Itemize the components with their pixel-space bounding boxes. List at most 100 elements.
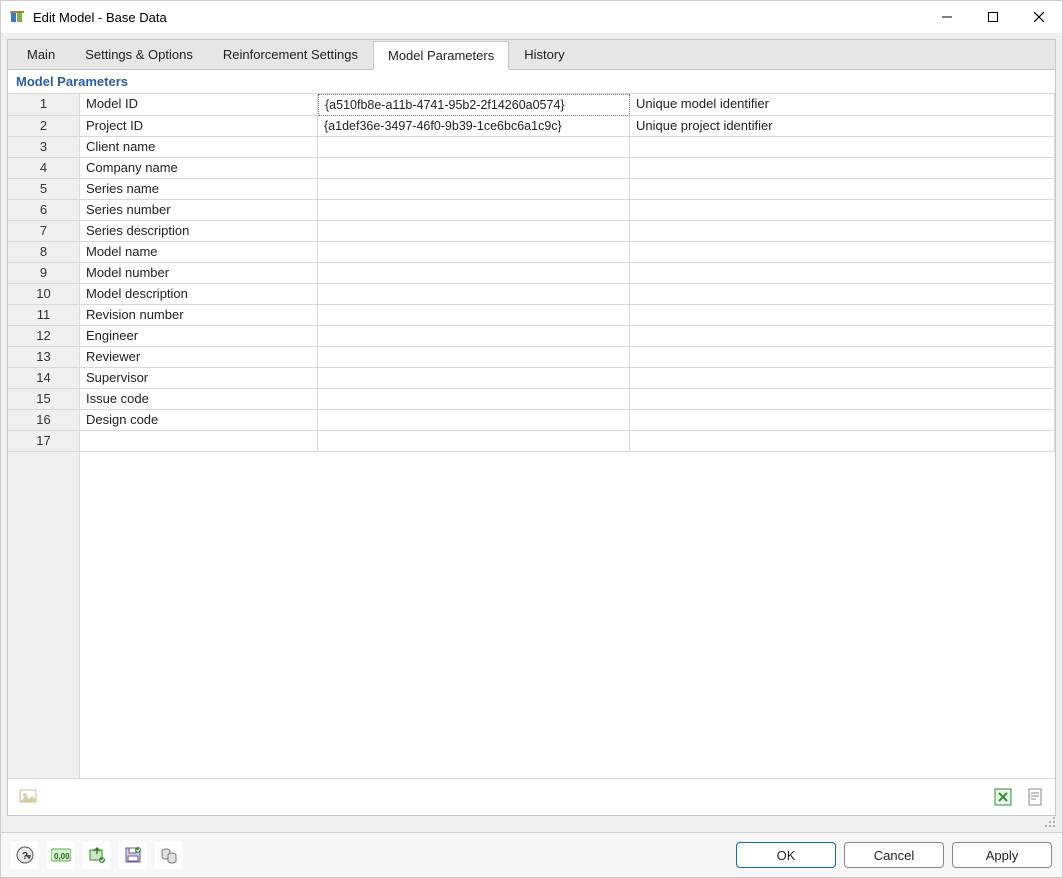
export-excel-button[interactable] bbox=[989, 783, 1017, 811]
param-description[interactable] bbox=[630, 200, 1055, 221]
param-name[interactable]: Model number bbox=[80, 263, 318, 284]
param-description[interactable] bbox=[630, 431, 1055, 452]
param-value[interactable]: {a1def36e-3497-46f0-9b39-1ce6bc6a1c9c} bbox=[318, 116, 630, 137]
param-value[interactable] bbox=[318, 137, 630, 158]
param-value[interactable] bbox=[318, 305, 630, 326]
row-number[interactable]: 13 bbox=[8, 347, 80, 368]
param-description[interactable] bbox=[630, 137, 1055, 158]
tab-settings-options[interactable]: Settings & Options bbox=[70, 40, 208, 69]
param-description[interactable]: Unique project identifier bbox=[630, 116, 1055, 137]
param-name[interactable]: Model ID bbox=[80, 94, 318, 116]
param-name[interactable]: Engineer bbox=[80, 326, 318, 347]
tab-model-parameters[interactable]: Model Parameters bbox=[373, 41, 509, 70]
insert-picture-button[interactable] bbox=[14, 783, 42, 811]
param-value[interactable] bbox=[318, 347, 630, 368]
titlebar: Edit Model - Base Data bbox=[1, 1, 1062, 33]
param-name[interactable]: Issue code bbox=[80, 389, 318, 410]
param-description[interactable] bbox=[630, 326, 1055, 347]
param-description[interactable] bbox=[630, 284, 1055, 305]
param-value[interactable] bbox=[318, 431, 630, 452]
grid-footer bbox=[8, 778, 1055, 815]
row-number[interactable]: 1 bbox=[8, 94, 80, 116]
param-value[interactable] bbox=[318, 158, 630, 179]
param-name[interactable]: Model name bbox=[80, 242, 318, 263]
param-name[interactable]: Series name bbox=[80, 179, 318, 200]
dialog-footer: ? 0,00 OK Cancel Apply bbox=[1, 832, 1062, 877]
param-name[interactable]: Revision number bbox=[80, 305, 318, 326]
param-name[interactable]: Project ID bbox=[80, 116, 318, 137]
param-description[interactable] bbox=[630, 179, 1055, 200]
param-description[interactable] bbox=[630, 221, 1055, 242]
dialog-window: Edit Model - Base Data Main Settings & O… bbox=[0, 0, 1063, 878]
row-number[interactable]: 2 bbox=[8, 116, 80, 137]
tab-history[interactable]: History bbox=[509, 40, 579, 69]
param-value[interactable] bbox=[318, 242, 630, 263]
param-name[interactable]: Series description bbox=[80, 221, 318, 242]
ok-button[interactable]: OK bbox=[736, 842, 836, 868]
param-value[interactable] bbox=[318, 221, 630, 242]
param-description[interactable] bbox=[630, 242, 1055, 263]
row-number[interactable]: 10 bbox=[8, 284, 80, 305]
row-number[interactable]: 5 bbox=[8, 179, 80, 200]
param-name[interactable]: Series number bbox=[80, 200, 318, 221]
tabstrip: Main Settings & Options Reinforcement Se… bbox=[7, 39, 1056, 69]
apply-button[interactable]: Apply bbox=[952, 842, 1052, 868]
resize-grip[interactable] bbox=[1042, 814, 1056, 828]
cancel-button[interactable]: Cancel bbox=[844, 842, 944, 868]
param-description[interactable] bbox=[630, 410, 1055, 431]
row-header-gutter bbox=[8, 452, 80, 778]
param-name[interactable]: Company name bbox=[80, 158, 318, 179]
row-number[interactable]: 8 bbox=[8, 242, 80, 263]
window-title: Edit Model - Base Data bbox=[33, 10, 167, 25]
row-number[interactable]: 11 bbox=[8, 305, 80, 326]
app-icon bbox=[9, 9, 25, 25]
row-number[interactable]: 17 bbox=[8, 431, 80, 452]
row-number[interactable]: 12 bbox=[8, 326, 80, 347]
save-default-button[interactable] bbox=[119, 841, 147, 869]
help-button[interactable]: ? bbox=[11, 841, 39, 869]
param-name[interactable] bbox=[80, 431, 318, 452]
load-default-button[interactable] bbox=[83, 841, 111, 869]
param-description[interactable] bbox=[630, 368, 1055, 389]
svg-text:0,00: 0,00 bbox=[54, 852, 70, 861]
param-value[interactable] bbox=[318, 368, 630, 389]
maximize-button[interactable] bbox=[970, 1, 1016, 33]
param-value[interactable] bbox=[318, 326, 630, 347]
tab-main[interactable]: Main bbox=[12, 40, 70, 69]
row-number[interactable]: 7 bbox=[8, 221, 80, 242]
param-description[interactable] bbox=[630, 347, 1055, 368]
svg-text:?: ? bbox=[22, 851, 28, 862]
row-number[interactable]: 9 bbox=[8, 263, 80, 284]
param-name[interactable]: Reviewer bbox=[80, 347, 318, 368]
row-number[interactable]: 16 bbox=[8, 410, 80, 431]
export-report-button[interactable] bbox=[1021, 783, 1049, 811]
param-description[interactable]: Unique model identifier bbox=[630, 94, 1055, 116]
units-button[interactable]: 0,00 bbox=[47, 841, 75, 869]
param-value[interactable] bbox=[318, 200, 630, 221]
row-number[interactable]: 6 bbox=[8, 200, 80, 221]
param-value[interactable] bbox=[318, 410, 630, 431]
row-number[interactable]: 3 bbox=[8, 137, 80, 158]
param-value[interactable] bbox=[318, 263, 630, 284]
tab-reinforcement-settings[interactable]: Reinforcement Settings bbox=[208, 40, 373, 69]
row-number[interactable]: 4 bbox=[8, 158, 80, 179]
param-value[interactable] bbox=[318, 389, 630, 410]
tab-content: Model Parameters 1Model ID{a510fb8e-a11b… bbox=[7, 69, 1056, 816]
copy-data-button[interactable] bbox=[155, 841, 183, 869]
row-number[interactable]: 14 bbox=[8, 368, 80, 389]
param-name[interactable]: Client name bbox=[80, 137, 318, 158]
param-name[interactable]: Design code bbox=[80, 410, 318, 431]
param-value[interactable]: {a510fb8e-a11b-4741-95b2-2f14260a0574} bbox=[318, 94, 630, 116]
param-description[interactable] bbox=[630, 389, 1055, 410]
param-name[interactable]: Model description bbox=[80, 284, 318, 305]
param-value[interactable] bbox=[318, 179, 630, 200]
row-number[interactable]: 15 bbox=[8, 389, 80, 410]
param-value[interactable] bbox=[318, 284, 630, 305]
minimize-button[interactable] bbox=[924, 1, 970, 33]
param-description[interactable] bbox=[630, 305, 1055, 326]
param-description[interactable] bbox=[630, 263, 1055, 284]
close-button[interactable] bbox=[1016, 1, 1062, 33]
section-title: Model Parameters bbox=[8, 70, 1055, 94]
param-name[interactable]: Supervisor bbox=[80, 368, 318, 389]
param-description[interactable] bbox=[630, 158, 1055, 179]
